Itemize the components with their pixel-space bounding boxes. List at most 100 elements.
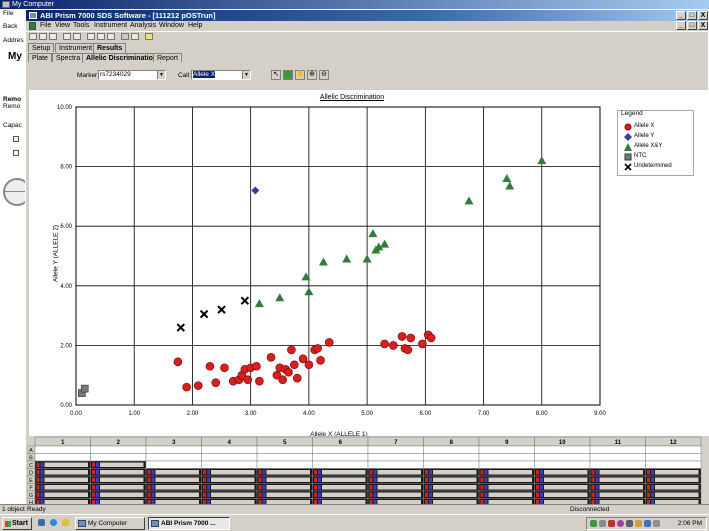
well-marker-red[interactable] (536, 492, 539, 498)
well-marker-blue[interactable] (651, 470, 654, 475)
well-marker-red[interactable] (647, 485, 650, 490)
scatter-plot-svg[interactable]: 0.00 1.00 2.00 3.00 4.00 5.00 6.00 7.00 8.00 9.00… (29, 90, 709, 436)
well-marker-bar[interactable] (433, 477, 477, 483)
well-B5[interactable] (256, 453, 313, 462)
quicklaunch-explorer-icon[interactable] (62, 519, 69, 526)
bg-checkbox-2[interactable] (13, 150, 19, 156)
well-marker-bar[interactable] (211, 485, 255, 490)
well-marker-blue[interactable] (595, 470, 599, 475)
well-A3[interactable] (145, 445, 202, 454)
task-my-computer[interactable]: My Computer (75, 517, 145, 530)
well-marker-blue[interactable] (318, 477, 321, 483)
well-marker-blue[interactable] (96, 462, 99, 468)
tab-plate[interactable]: Plate (28, 53, 52, 62)
well-marker-red[interactable] (203, 477, 206, 483)
chevron-down-icon[interactable]: ▼ (157, 71, 165, 79)
well-marker-red[interactable] (203, 470, 206, 475)
well-marker-blue[interactable] (540, 477, 543, 483)
well-A1[interactable] (34, 445, 91, 454)
well-marker-red[interactable] (314, 477, 317, 483)
doc-close-button[interactable]: X (698, 21, 708, 30)
well-marker-red[interactable] (314, 470, 317, 475)
well-marker-blue[interactable] (484, 492, 488, 498)
well-marker-red[interactable] (536, 470, 539, 475)
well-A10[interactable] (534, 445, 591, 454)
well-marker-red[interactable] (314, 492, 317, 498)
menu-file[interactable]: File (40, 21, 51, 31)
well-marker-red[interactable] (36, 470, 40, 475)
well-C6[interactable] (312, 460, 369, 469)
well-marker-blue[interactable] (40, 492, 44, 498)
well-marker-blue[interactable] (429, 477, 432, 483)
chevron-down-icon[interactable]: ▼ (242, 71, 250, 79)
stop-icon[interactable] (131, 33, 139, 40)
well-marker-bar[interactable] (599, 492, 644, 498)
well-marker-bar[interactable] (44, 462, 89, 468)
well-marker-red[interactable] (591, 470, 595, 475)
well-marker-blue[interactable] (484, 477, 488, 483)
well-marker-blue[interactable] (318, 470, 321, 475)
well-marker-blue[interactable] (40, 477, 44, 483)
well-marker-bar[interactable] (44, 470, 89, 475)
well-C7[interactable] (367, 460, 424, 469)
menu-instrument[interactable]: Instrument (94, 21, 127, 31)
well-marker-red[interactable] (92, 477, 95, 483)
well-marker-red[interactable] (480, 477, 484, 483)
well-B12[interactable] (645, 453, 702, 462)
well-C10[interactable] (534, 460, 591, 469)
close-button[interactable]: X (698, 11, 708, 20)
well-marker-blue[interactable] (96, 492, 99, 498)
well-marker-blue[interactable] (484, 470, 488, 475)
well-marker-red[interactable] (591, 477, 595, 483)
well-marker-blue[interactable] (96, 477, 99, 483)
tab-results[interactable]: Results (93, 43, 127, 53)
paste-icon[interactable] (107, 33, 115, 40)
well-marker-bar[interactable] (100, 477, 144, 483)
well-marker-blue[interactable] (595, 485, 599, 490)
well-marker-red[interactable] (536, 477, 539, 483)
well-marker-blue[interactable] (318, 492, 321, 498)
well-marker-red[interactable] (203, 485, 206, 490)
tray-antivirus-icon[interactable] (608, 520, 615, 527)
well-marker-bar[interactable] (377, 492, 422, 498)
well-marker-bar[interactable] (433, 485, 477, 490)
clock[interactable]: 2:06 PM (678, 518, 702, 529)
well-marker-bar[interactable] (155, 492, 200, 498)
well-B11[interactable] (589, 453, 646, 462)
well-marker-blue[interactable] (96, 470, 99, 475)
copy-icon[interactable] (97, 33, 105, 40)
cut-icon[interactable] (87, 33, 95, 40)
well-marker-bar[interactable] (377, 477, 422, 483)
well-B1[interactable] (34, 453, 91, 462)
well-marker-bar[interactable] (266, 492, 311, 498)
well-A4[interactable] (201, 445, 258, 454)
well-marker-blue[interactable] (429, 492, 432, 498)
well-marker-red[interactable] (647, 477, 650, 483)
well-marker-blue[interactable] (595, 492, 599, 498)
well-B2[interactable] (90, 453, 147, 462)
well-C4[interactable] (201, 460, 258, 469)
marker-select[interactable]: rs7234029 ▼ (98, 70, 166, 80)
call-tool-icon[interactable] (283, 70, 293, 80)
well-marker-red[interactable] (258, 477, 262, 483)
tray-network-icon[interactable] (590, 520, 597, 527)
well-marker-red[interactable] (258, 485, 262, 490)
well-marker-red[interactable] (147, 485, 151, 490)
menu-analysis[interactable]: Analysis (130, 21, 156, 31)
well-marker-red[interactable] (647, 492, 650, 498)
well-B8[interactable] (423, 453, 480, 462)
well-B3[interactable] (145, 453, 202, 462)
bg-back-button[interactable]: Back (3, 23, 17, 30)
well-marker-bar[interactable] (544, 485, 588, 490)
task-abi-prism[interactable]: ABI Prism 7000 ... (148, 517, 230, 530)
well-marker-blue[interactable] (207, 492, 210, 498)
well-marker-red[interactable] (36, 485, 40, 490)
well-marker-red[interactable] (369, 492, 373, 498)
well-A6[interactable] (312, 445, 369, 454)
well-marker-bar[interactable] (100, 492, 144, 498)
well-marker-red[interactable] (591, 492, 595, 498)
well-marker-blue[interactable] (651, 492, 654, 498)
well-marker-red[interactable] (480, 470, 484, 475)
well-marker-red[interactable] (147, 477, 151, 483)
well-marker-blue[interactable] (484, 485, 488, 490)
